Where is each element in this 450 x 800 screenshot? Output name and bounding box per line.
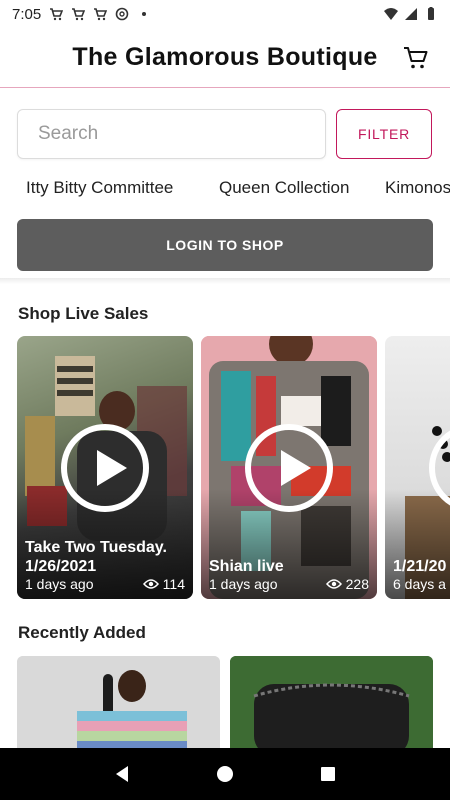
battery-icon — [428, 7, 434, 20]
live-sales-heading: Shop Live Sales — [18, 304, 149, 323]
view-count: 114 — [142, 576, 185, 592]
cart-icon — [72, 8, 86, 21]
play-icon[interactable] — [61, 424, 149, 512]
dot-icon — [142, 12, 147, 16]
view-count: 228 — [325, 576, 369, 592]
live-sale-age: 1 days ago — [209, 576, 278, 592]
live-sale-age: 6 days a — [393, 576, 446, 592]
recents-icon[interactable] — [316, 762, 340, 786]
live-sale-title: Take Two Tuesday. 1/26/2021 — [25, 539, 167, 575]
product-thumbnail — [230, 656, 433, 748]
live-sales-carousel: Take Two Tuesday. 1/26/2021 1 days ago 1… — [0, 336, 450, 600]
live-sale-meta: 1 days ago 228 — [209, 576, 369, 592]
status-bar: 7:05 — [0, 0, 450, 28]
search-row: FILTER — [17, 109, 433, 159]
recently-added-grid — [0, 656, 450, 748]
eye-icon — [142, 579, 159, 589]
live-sale-card[interactable]: 1/21/20 6 days a — [385, 336, 450, 599]
live-sale-card[interactable]: Take Two Tuesday. 1/26/2021 1 days ago 1… — [17, 336, 193, 599]
play-icon[interactable] — [245, 424, 333, 512]
back-icon[interactable] — [110, 762, 134, 786]
search-box[interactable] — [17, 109, 326, 159]
collection-tabs: Itty Bitty Committee Queen Collection Ki… — [0, 172, 450, 206]
product-thumbnail — [17, 656, 220, 748]
cart-icon — [50, 8, 64, 21]
cart-icon[interactable] — [402, 44, 430, 72]
live-sale-title: 1/21/20 — [393, 558, 447, 575]
view-count-value: 228 — [345, 576, 369, 592]
live-sale-card[interactable]: Shian live 1 days ago 228 — [201, 336, 377, 599]
live-sale-meta: 6 days a — [393, 576, 450, 592]
app-title: The Glamorous Boutique — [72, 43, 378, 71]
login-to-shop-button[interactable]: LOGIN TO SHOP — [17, 219, 433, 271]
signal-icon — [405, 8, 417, 20]
collection-itty-bitty-committee[interactable]: Itty Bitty Committee — [26, 178, 173, 198]
recently-added-heading: Recently Added — [18, 623, 146, 642]
status-time: 7:05 — [12, 5, 42, 23]
product-card[interactable] — [17, 656, 220, 748]
collection-kimonos[interactable]: Kimonos — [385, 178, 450, 198]
home-icon[interactable] — [213, 762, 237, 786]
eye-icon — [325, 579, 342, 589]
section-divider — [0, 278, 450, 284]
product-card[interactable] — [230, 656, 433, 748]
wifi-icon — [384, 8, 398, 20]
collection-queen-collection[interactable]: Queen Collection — [219, 178, 349, 198]
filter-button[interactable]: FILTER — [336, 109, 432, 159]
live-sale-age: 1 days ago — [25, 576, 94, 592]
search-input[interactable] — [38, 123, 325, 145]
view-count-value: 114 — [162, 576, 185, 592]
live-sale-title: Shian live — [209, 558, 284, 575]
live-sale-meta: 1 days ago 114 — [25, 576, 185, 592]
system-nav-bar — [0, 748, 450, 800]
app-header: The Glamorous Boutique — [0, 28, 450, 88]
at-icon — [115, 7, 129, 21]
cart-icon — [94, 8, 108, 21]
